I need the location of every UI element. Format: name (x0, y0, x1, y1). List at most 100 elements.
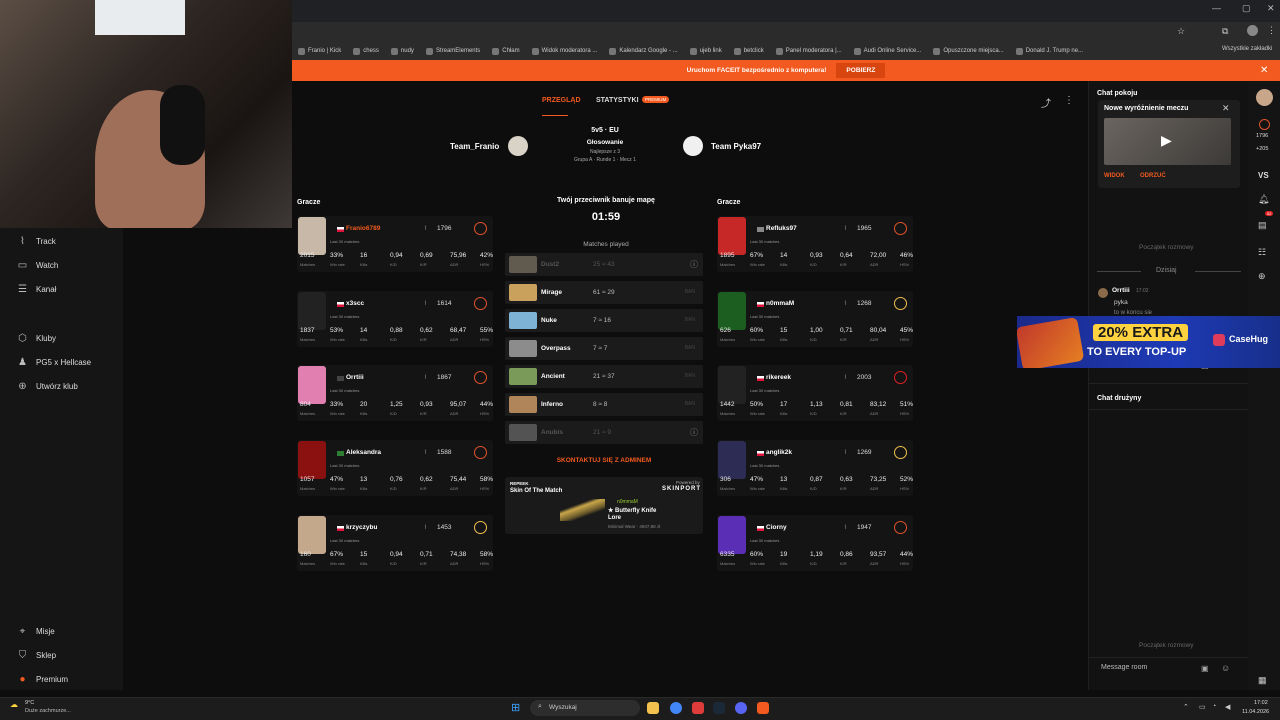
sidebar-item-misje[interactable]: ⌖ Misje (17, 626, 55, 637)
app-icon[interactable] (692, 702, 704, 714)
sidebar-item-sklep[interactable]: ⛉ Sklep (17, 650, 56, 661)
sidebar-item-watch[interactable]: ▭ Watch (17, 260, 59, 271)
add-icon[interactable]: ⊕ (1258, 271, 1266, 282)
player-card[interactable]: x3scc ⌇ 1614 Last 30 matches 1837 53% 14 0,88 0,… (297, 291, 493, 347)
bookmark-item[interactable]: Chłam (492, 47, 520, 55)
info-icon[interactable]: ⓘ (690, 427, 698, 438)
sidebar-item-kluby[interactable]: ⬡ Kluby (17, 333, 56, 344)
team1-name[interactable]: Team_Franio (450, 142, 499, 151)
chat-msg-user[interactable]: Orrtiii (1112, 287, 1130, 294)
wifi-icon[interactable]: ◔ (1212, 703, 1216, 710)
menu-icon[interactable]: ⋮ (1267, 25, 1276, 36)
map-row[interactable]: Anubis 21 ≈ 9 ⓘ (505, 421, 703, 444)
map-row[interactable]: Ancient 21 ≈ 37 BAN (505, 365, 703, 388)
weather-temp[interactable]: 9°C (25, 700, 34, 706)
ban-button[interactable]: BAN (685, 373, 695, 379)
clock-date[interactable]: 11.04.2026 (1242, 709, 1269, 715)
sidebar-item-premium[interactable]: ● Premium (17, 674, 68, 685)
bookmark-item[interactable]: nudy (390, 47, 414, 55)
sidebar-item-utw-rz-klub[interactable]: ⊕ Utwórz klub (17, 381, 78, 392)
map-row[interactable]: Inferno 8 ≈ 8 BAN (505, 393, 703, 416)
player-name[interactable]: Orrtiii (346, 374, 364, 381)
player-card[interactable]: Orrtiii ⌇ 1867 Last 30 matches 804 33% 20 1,25 0… (297, 365, 493, 421)
bookmark-item[interactable]: Kalendarz Google - ... (609, 47, 678, 55)
close-window-icon[interactable]: ✕ (1267, 3, 1275, 14)
map-row[interactable]: Overpass 7 ≈ 7 BAN (505, 337, 703, 360)
all-bookmarks[interactable]: Wszystkie zakładki (1222, 46, 1272, 52)
bookmark-item[interactable]: chess (353, 47, 379, 55)
player-name[interactable]: krzyczybu (346, 524, 377, 531)
player-name[interactable]: n0mmaM (766, 300, 794, 307)
download-button[interactable]: POBIERZ (836, 63, 886, 78)
bookmark-item[interactable]: ujeb link (689, 47, 722, 55)
bookmark-item[interactable]: Opuszczone miejsca... (933, 47, 1004, 55)
discord-icon[interactable] (735, 702, 747, 714)
team-emoji-icon[interactable]: ☺ (1221, 663, 1230, 673)
clock-time[interactable]: 17:02 (1254, 700, 1268, 706)
bookmark-item[interactable]: Panel moderatora |... (775, 47, 842, 55)
share-icon[interactable]: ⤴ (1041, 95, 1051, 110)
maximize-icon[interactable]: ▢ (1242, 3, 1251, 14)
profile-icon[interactable] (1247, 25, 1258, 36)
star-icon[interactable]: ☆ (1177, 26, 1185, 37)
sidebar-item-pg5-x-hellcase[interactable]: ♟ PG5 x Hellcase (17, 357, 91, 368)
chat-icon[interactable]: ▤ (1258, 220, 1267, 231)
bookmark-item[interactable]: StreamElements (425, 47, 480, 55)
chrome-icon[interactable] (670, 702, 682, 714)
bell-icon[interactable]: 🔔︎ (1258, 194, 1269, 205)
popup-reject-button[interactable]: ODRZUĆ (1140, 173, 1166, 179)
player-name[interactable]: Franio6789 (346, 225, 380, 232)
banner-close-icon[interactable]: ✕ (1260, 65, 1268, 76)
player-card[interactable]: n0mmaM ⌇ 1268 Last 30 matches 626 60% 15 1,00 0,… (717, 291, 913, 347)
map-row[interactable]: Nuke 7 ≈ 16 BAN (505, 309, 703, 332)
player-name[interactable]: Ciorny (766, 524, 787, 531)
popup-close-icon[interactable]: ✕ (1222, 103, 1230, 114)
tab-overview[interactable]: PRZEGLĄD (542, 97, 581, 104)
sidebar-item-kana-[interactable]: ☰ Kanał (17, 284, 56, 295)
player-name[interactable]: rikereek (766, 374, 791, 381)
player-name[interactable]: anglik2k (766, 449, 792, 456)
player-card[interactable]: rikereek ⌇ 2003 Last 30 matches 1442 50% 17 1,1… (717, 365, 913, 421)
player-card[interactable]: Aleksandra ⌇ 1588 Last 30 matches 1057 47% 13 0… (297, 440, 493, 496)
player-card[interactable]: Refluks97 ⌇ 1965 Last 30 matches 1895 67% 14 0,… (717, 216, 913, 272)
info-icon[interactable]: ⓘ (690, 259, 698, 270)
network-icon[interactable]: ▭ (1199, 703, 1206, 711)
team2-name[interactable]: Team Pyka97 (711, 142, 761, 151)
bookmark-item[interactable]: Franio | Kick (298, 47, 341, 55)
skin-of-match-card[interactable]: REPEEK Skin Of The Match Powered by SKIN… (505, 477, 703, 534)
bookmark-item[interactable]: betclick (733, 47, 764, 55)
bookmark-item[interactable]: Widok moderatora ... (531, 47, 597, 55)
ban-button[interactable]: BAN (685, 401, 695, 407)
player-card[interactable]: krzyczybu ⌇ 1453 Last 30 matches 160 67% 15 0,9… (297, 515, 493, 571)
friends-icon[interactable]: ☷ (1258, 247, 1266, 258)
trophy-icon[interactable]: ▦ (1258, 675, 1267, 686)
map-row[interactable]: Dust2 25 ≈ 43 ⓘ (505, 253, 703, 276)
versus-icon[interactable]: VS (1258, 171, 1269, 180)
ban-button[interactable]: BAN (685, 317, 695, 323)
windows-start-icon[interactable]: ⊞ (511, 701, 520, 714)
map-row[interactable]: Mirage 61 ≈ 29 BAN (505, 281, 703, 304)
casehug-promo[interactable]: 20% EXTRA TO EVERY TOP-UP CaseHug (1017, 316, 1280, 368)
minimize-icon[interactable]: — (1212, 3, 1221, 13)
player-name[interactable]: Refluks97 (766, 225, 797, 232)
player-card[interactable]: Franio6789 ⌇ 1796 Last 30 matches 2015 33% 16 0… (297, 216, 493, 272)
player-card[interactable]: anglik2k ⌇ 1269 Last 30 matches 306 47% 13 0,87… (717, 440, 913, 496)
player-name[interactable]: Aleksandra (346, 449, 381, 456)
sidebar-item-track[interactable]: ⌇ Track (17, 236, 56, 247)
popup-view-button[interactable]: WIDOK (1104, 173, 1125, 179)
team-gif-icon[interactable]: ▣ (1201, 664, 1209, 673)
player-name[interactable]: x3scc (346, 300, 364, 307)
more-icon[interactable]: ⋮ (1064, 95, 1074, 106)
user-avatar[interactable] (1256, 89, 1273, 106)
taskbar-search[interactable]: ⌕ Wyszukaj (530, 700, 640, 716)
tray-chevron-icon[interactable]: ⌃ (1183, 703, 1189, 711)
contact-admin-link[interactable]: SKONTAKTUJ SIĘ Z ADMINEM (505, 457, 703, 464)
tab-stats[interactable]: STATYSTYKI (596, 97, 639, 104)
faceit-icon[interactable] (757, 702, 769, 714)
play-icon[interactable]: ▶ (1161, 132, 1172, 149)
ban-button[interactable]: BAN (685, 289, 695, 295)
steam-icon[interactable] (713, 702, 725, 714)
explorer-icon[interactable] (647, 702, 659, 714)
bookmark-item[interactable]: Audi Online Service... (853, 47, 921, 55)
highlight-thumbnail[interactable]: ▶ (1104, 118, 1231, 165)
